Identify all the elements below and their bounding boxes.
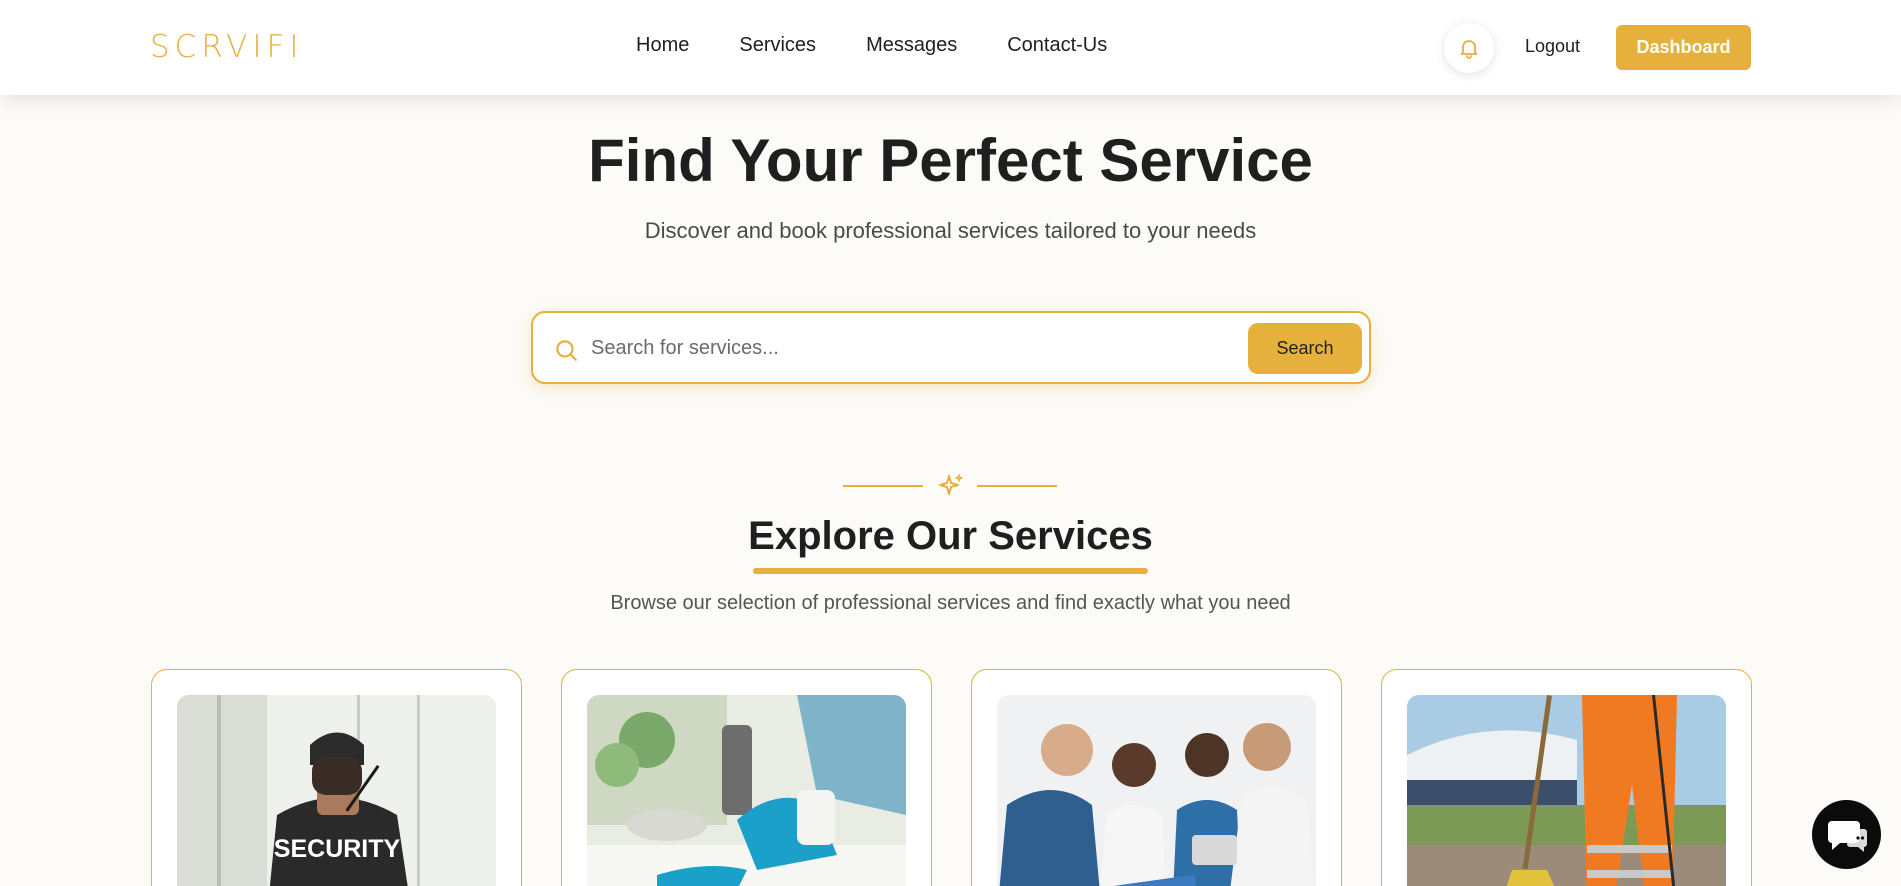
top-navbar: SCRVIFI Home Services Messages Contact-U… xyxy=(0,0,1901,95)
nav-contact-us[interactable]: Contact-Us xyxy=(1007,34,1107,57)
search-button[interactable]: Search xyxy=(1248,323,1362,374)
street-sweeper-photo xyxy=(1407,695,1726,886)
chat-button[interactable] xyxy=(1812,800,1881,869)
section-title-underline xyxy=(753,568,1148,574)
section-title: Explore Our Services xyxy=(748,514,1153,558)
search-icon xyxy=(556,340,577,361)
search-input[interactable] xyxy=(591,327,1251,369)
service-card-cleaning[interactable] xyxy=(561,669,932,886)
service-card-security[interactable]: SECURITY xyxy=(151,669,522,886)
sparkle-icon xyxy=(939,474,963,495)
dashboard-button[interactable]: Dashboard xyxy=(1616,25,1751,70)
nav-home[interactable]: Home xyxy=(636,34,689,57)
hero-subtitle: Discover and book professional services … xyxy=(644,218,1257,243)
service-card-medical[interactable] xyxy=(971,669,1342,886)
nav-messages[interactable]: Messages xyxy=(866,34,957,57)
logout-link[interactable]: Logout xyxy=(1525,36,1580,57)
cleaning-photo xyxy=(587,695,906,886)
logo[interactable]: SCRVIFI xyxy=(150,32,304,63)
service-card-street-cleaning[interactable] xyxy=(1381,669,1752,886)
search-bar: Search xyxy=(531,311,1371,384)
nav-services[interactable]: Services xyxy=(739,34,816,57)
security-text: SECURITY xyxy=(274,835,401,863)
divider-right xyxy=(977,485,1057,487)
medical-team-photo xyxy=(997,695,1316,886)
divider-left xyxy=(843,485,923,487)
bell-icon xyxy=(1460,40,1478,59)
security-guard-photo: SECURITY xyxy=(177,695,496,886)
chat-icon xyxy=(1827,820,1867,852)
section-subtitle: Browse our selection of professional ser… xyxy=(610,592,1291,614)
hero-title: Find Your Perfect Service xyxy=(588,127,1313,194)
main-nav: Home Services Messages Contact-Us xyxy=(636,34,1107,57)
notifications-button[interactable] xyxy=(1444,23,1494,73)
